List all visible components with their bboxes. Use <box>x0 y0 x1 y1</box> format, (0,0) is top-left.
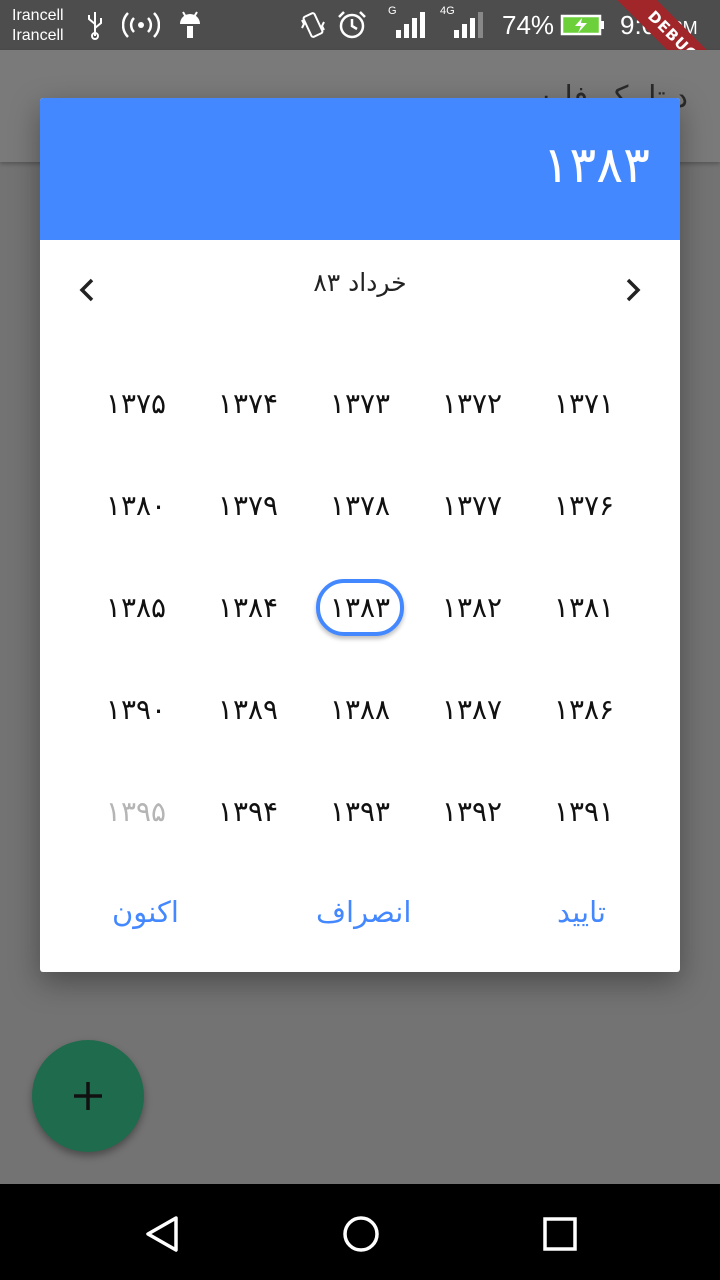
year-label: ۱۳۸۴ <box>217 590 279 624</box>
plus-icon <box>74 1082 102 1110</box>
year-label: ۱۳۷۸ <box>329 488 391 522</box>
year-label: ۱۳۹۱ <box>553 794 615 828</box>
year-cell[interactable]: ۱۳۷۹ <box>192 454 304 556</box>
year-label: ۱۳۷۱ <box>553 386 615 420</box>
year-cell[interactable]: ۱۳۸۴ <box>192 556 304 658</box>
year-cell-selected[interactable]: ۱۳۸۳ <box>304 556 416 658</box>
year-label: ۱۳۷۶ <box>553 488 615 522</box>
status-bar: Irancell Irancell G 4G 74% DEBUG <box>0 0 720 107</box>
year-picker-dialog: ۱۳۸۳ خرداد ۸۳ ۱۳۷۱ ۱۳۷۲ ۱۳۷۳ ۱۳۷۴ ۱۳۷۵ ۱۳۷۶ ۱۳… <box>40 98 680 972</box>
now-button[interactable]: اکنون <box>112 882 179 942</box>
year-cell[interactable]: ۱۳۷۶ <box>528 454 640 556</box>
year-label: ۱۳۷۳ <box>329 386 391 420</box>
year-cell[interactable]: ۱۳۷۵ <box>80 352 192 454</box>
year-label: ۱۳۹۵ <box>105 794 167 828</box>
year-cell[interactable]: ۱۳۹۱ <box>528 760 640 862</box>
year-cell[interactable]: ۱۳۹۲ <box>416 760 528 862</box>
year-cell[interactable]: ۱۳۸۵ <box>80 556 192 658</box>
year-cell[interactable]: ۱۳۸۷ <box>416 658 528 760</box>
alarm-icon <box>338 11 366 39</box>
carrier-line-2: Irancell <box>12 27 64 44</box>
year-label: ۱۳۸۳ <box>315 578 405 636</box>
month-navigation: خرداد ۸۳ <box>40 240 680 332</box>
year-cell[interactable]: ۱۳۹۳ <box>304 760 416 862</box>
year-label: ۱۳۸۸ <box>329 692 391 726</box>
carrier-line-1: Irancell <box>12 7 64 24</box>
year-label: ۱۳۷۵ <box>105 386 167 420</box>
year-cell[interactable]: ۱۳۷۷ <box>416 454 528 556</box>
year-label: ۱۳۹۰ <box>105 692 167 726</box>
year-cell[interactable]: ۱۳۷۱ <box>528 352 640 454</box>
battery-charging-icon <box>560 14 604 36</box>
year-label: ۱۳۸۰ <box>105 488 167 522</box>
year-cell[interactable]: ۱۳۷۲ <box>416 352 528 454</box>
hotspot-icon <box>122 12 160 38</box>
year-cell[interactable]: ۱۳۸۸ <box>304 658 416 760</box>
year-label: ۱۳۸۲ <box>441 590 503 624</box>
year-cell[interactable]: ۱۳۹۰ <box>80 658 192 760</box>
signal-icon-2 <box>454 12 483 38</box>
year-label: ۱۳۸۵ <box>105 590 167 624</box>
year-label: ۱۳۸۶ <box>553 692 615 726</box>
year-label: ۱۳۷۹ <box>217 488 279 522</box>
year-label: ۱۳۷۴ <box>217 386 279 420</box>
year-label: ۱۳۹۲ <box>441 794 503 828</box>
year-label: ۱۳۸۷ <box>441 692 503 726</box>
android-debug-icon <box>180 11 200 38</box>
system-nav-bar <box>0 1184 720 1280</box>
year-cell[interactable]: ۱۳۷۳ <box>304 352 416 454</box>
year-cell[interactable]: ۱۳۷۴ <box>192 352 304 454</box>
year-label: ۱۳۹۴ <box>217 794 279 828</box>
dialog-actions: تایید انصراف اکنون <box>40 882 680 952</box>
year-label: ۱۳۹۳ <box>329 794 391 828</box>
battery-percent: 74% <box>502 10 555 40</box>
cancel-button[interactable]: انصراف <box>316 882 411 942</box>
carrier-label: Irancell Irancell <box>12 6 64 46</box>
year-cell[interactable]: ۱۳۷۸ <box>304 454 416 556</box>
year-cell[interactable]: ۱۳۸۶ <box>528 658 640 760</box>
dialog-header: ۱۳۸۳ <box>40 98 680 240</box>
recents-icon[interactable] <box>538 1212 582 1256</box>
year-label: ۱۳۷۷ <box>441 488 503 522</box>
year-cell: ۱۳۹۵ <box>80 760 192 862</box>
year-cell[interactable]: ۱۳۹۴ <box>192 760 304 862</box>
year-cell[interactable]: ۱۳۸۰ <box>80 454 192 556</box>
year-cell[interactable]: ۱۳۸۹ <box>192 658 304 760</box>
home-icon[interactable] <box>339 1212 383 1256</box>
add-fab-button[interactable] <box>32 1040 144 1152</box>
year-label: ۱۳۸۱ <box>553 590 615 624</box>
usb-icon <box>88 12 102 40</box>
signal-icon <box>396 12 425 38</box>
vibrate-icon <box>301 12 325 38</box>
year-label: ۱۳۸۹ <box>217 692 279 726</box>
back-icon[interactable] <box>140 1212 184 1256</box>
year-label: ۱۳۷۲ <box>441 386 503 420</box>
year-cell[interactable]: ۱۳۸۲ <box>416 556 528 658</box>
header-year[interactable]: ۱۳۸۳ <box>543 130 650 200</box>
year-cell[interactable]: ۱۳۸۱ <box>528 556 640 658</box>
confirm-button[interactable]: تایید <box>557 882 606 942</box>
year-grid: ۱۳۷۱ ۱۳۷۲ ۱۳۷۳ ۱۳۷۴ ۱۳۷۵ ۱۳۷۶ ۱۳۷۷ ۱۳۷۸ ۱۳۷۹ ۱۳۸۰… <box>80 352 640 862</box>
chevron-right-icon[interactable] <box>612 270 652 310</box>
month-label[interactable]: خرداد ۸۳ <box>40 268 680 297</box>
